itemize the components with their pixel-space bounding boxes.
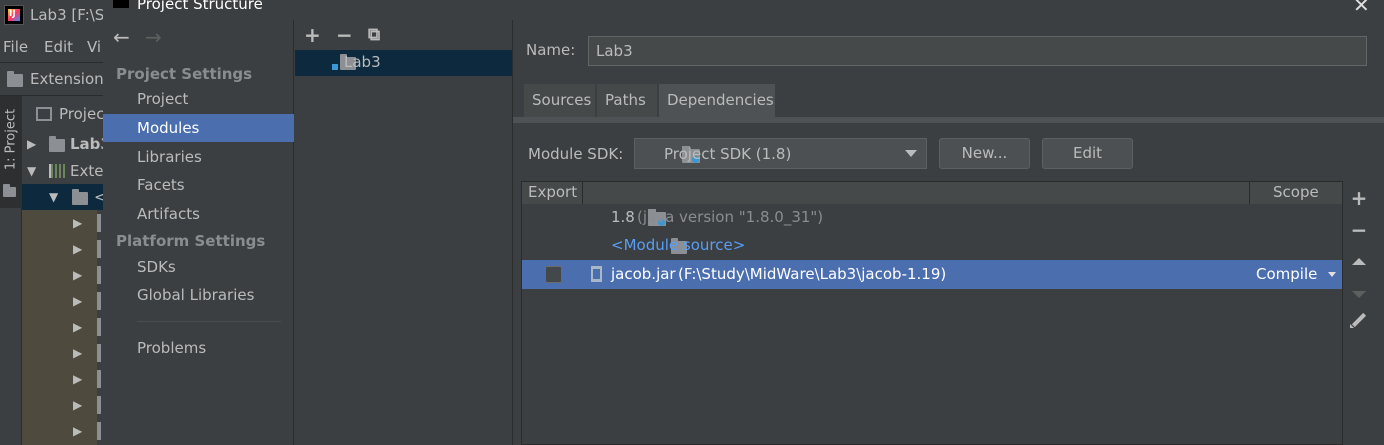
- module-sdk-label: Module SDK:: [528, 145, 624, 163]
- dependency-name: <Module source>: [611, 236, 746, 254]
- ide-menubar: File Edit Vi: [0, 35, 103, 61]
- tree-row[interactable]: Projec: [22, 101, 105, 127]
- nav-item-artifacts[interactable]: Artifacts: [103, 200, 294, 228]
- module-folder-icon: [49, 136, 65, 152]
- jar-icon: [97, 344, 101, 362]
- column-divider: [582, 182, 583, 204]
- tree-row[interactable]: ▶ Lab3: [22, 131, 111, 157]
- menu-edit[interactable]: Edit: [44, 38, 73, 56]
- expand-arrow-icon[interactable]: ▶: [73, 424, 82, 438]
- expand-arrow-icon[interactable]: ▶: [73, 294, 82, 308]
- edit-sdk-button[interactable]: Edit: [1042, 138, 1133, 169]
- folder-icon: [3, 184, 16, 197]
- tree-row-selected[interactable]: ▼ <: [22, 184, 107, 210]
- dialog-title: Project Structure: [137, 0, 263, 13]
- menu-view[interactable]: Vi: [87, 38, 101, 56]
- nav-divider: [137, 321, 281, 322]
- expand-arrow-icon[interactable]: ▶: [73, 320, 82, 334]
- sdk-folder-icon: [72, 189, 88, 205]
- jar-icon: [97, 292, 101, 310]
- dependency-detail: (java version "1.8.0_31"): [637, 208, 824, 226]
- tab-dependencies[interactable]: Dependencies: [659, 84, 776, 117]
- back-arrow-icon[interactable]: ←: [113, 25, 130, 49]
- tab-paths[interactable]: Paths: [597, 84, 658, 117]
- expand-arrow-icon[interactable]: ▶: [73, 268, 82, 282]
- jar-icon: [97, 422, 101, 440]
- dependency-name: jacob.jar: [611, 265, 676, 283]
- tab-underline: [513, 117, 1384, 123]
- nav-item-sdks[interactable]: SDKs: [103, 253, 294, 281]
- forward-arrow-icon[interactable]: →: [145, 25, 162, 49]
- module-name-field[interactable]: Lab3: [588, 36, 1367, 66]
- dependency-name: 1.8: [611, 208, 635, 226]
- remove-dependency-button[interactable]: −: [1349, 218, 1369, 242]
- export-checkbox[interactable]: [545, 266, 562, 283]
- jar-icon: [97, 214, 101, 232]
- collapse-arrow-icon[interactable]: ▼: [49, 190, 58, 204]
- nav-item-project[interactable]: Project: [103, 85, 294, 113]
- nav-item-facets[interactable]: Facets: [103, 171, 294, 199]
- expand-arrow-icon[interactable]: ▶: [27, 137, 36, 151]
- chevron-down-icon[interactable]: [905, 150, 917, 157]
- tree-label: Projec: [59, 105, 105, 123]
- collapse-arrow-icon[interactable]: ▼: [27, 164, 36, 178]
- new-sdk-button[interactable]: New...: [939, 138, 1030, 169]
- nav-crumb[interactable]: Extensions: [30, 70, 111, 88]
- project-tool-label[interactable]: 1: Project: [4, 99, 19, 181]
- platform-settings-header: Platform Settings: [116, 232, 266, 250]
- module-list-item[interactable]: [295, 50, 512, 76]
- jar-icon: [97, 396, 101, 414]
- tab-sources[interactable]: Sources: [524, 84, 596, 117]
- move-down-icon[interactable]: [1352, 291, 1366, 298]
- jar-icon: [97, 370, 101, 388]
- folder-icon: [7, 71, 23, 87]
- menu-file[interactable]: File: [3, 38, 28, 56]
- jar-icon: [97, 266, 101, 284]
- jar-icon: [97, 318, 101, 336]
- close-icon[interactable]: ✕: [1353, 0, 1370, 17]
- add-dependency-button[interactable]: +: [1349, 186, 1369, 210]
- column-header-scope[interactable]: Scope: [1273, 183, 1319, 201]
- jar-icon: [97, 240, 101, 258]
- nav-item-global-libraries[interactable]: Global Libraries: [103, 281, 294, 309]
- column-divider: [1249, 182, 1250, 204]
- intellij-logo-icon: [4, 5, 24, 25]
- expand-arrow-icon[interactable]: ▶: [73, 346, 82, 360]
- dialog-titlebar: [103, 0, 1384, 20]
- expand-arrow-icon[interactable]: ▶: [73, 242, 82, 256]
- scope-value[interactable]: Compile: [1256, 265, 1317, 283]
- dependency-detail: (F:\Study\MidWare\Lab3\jacob-1.19): [678, 265, 947, 283]
- ide-navigation-bar: Extensions: [0, 62, 111, 96]
- remove-module-button[interactable]: −: [336, 23, 353, 47]
- module-list-item-label: Lab3: [344, 53, 381, 71]
- expand-arrow-icon[interactable]: ▶: [73, 398, 82, 412]
- name-label: Name:: [526, 41, 576, 59]
- add-module-button[interactable]: +: [304, 23, 321, 47]
- libraries-icon: [49, 164, 65, 178]
- ide-window-title: Lab3 [F:\St: [30, 6, 111, 24]
- module-badge-icon: [332, 64, 338, 70]
- library-rows-background: [22, 210, 97, 445]
- library-subtree: ▶ ▶ ▶ ▶ ▶ ▶ ▶ ▶ ▶: [22, 210, 103, 445]
- chevron-down-icon[interactable]: [1328, 272, 1336, 277]
- nav-item-libraries[interactable]: Libraries: [103, 143, 294, 171]
- expand-arrow-icon[interactable]: ▶: [73, 372, 82, 386]
- project-view-icon: [36, 107, 52, 121]
- table-header: [522, 182, 1342, 204]
- module-list-panel: [294, 20, 513, 445]
- tree-label: Exte: [70, 162, 104, 180]
- nav-item-problems[interactable]: Problems: [103, 334, 294, 362]
- expand-arrow-icon[interactable]: ▶: [73, 216, 82, 230]
- jar-icon: [591, 266, 602, 282]
- project-settings-header: Project Settings: [116, 65, 253, 83]
- tree-row[interactable]: ▼ Exte: [22, 158, 103, 184]
- nav-item-modules[interactable]: Modules: [103, 114, 294, 142]
- copy-module-button[interactable]: ⧉: [368, 25, 380, 45]
- dialog-app-icon: [113, 0, 129, 8]
- move-up-icon[interactable]: [1352, 258, 1366, 265]
- module-sdk-value: Project SDK (1.8): [664, 145, 792, 163]
- column-header-export[interactable]: Export: [528, 183, 577, 201]
- pencil-tip: [1350, 324, 1354, 328]
